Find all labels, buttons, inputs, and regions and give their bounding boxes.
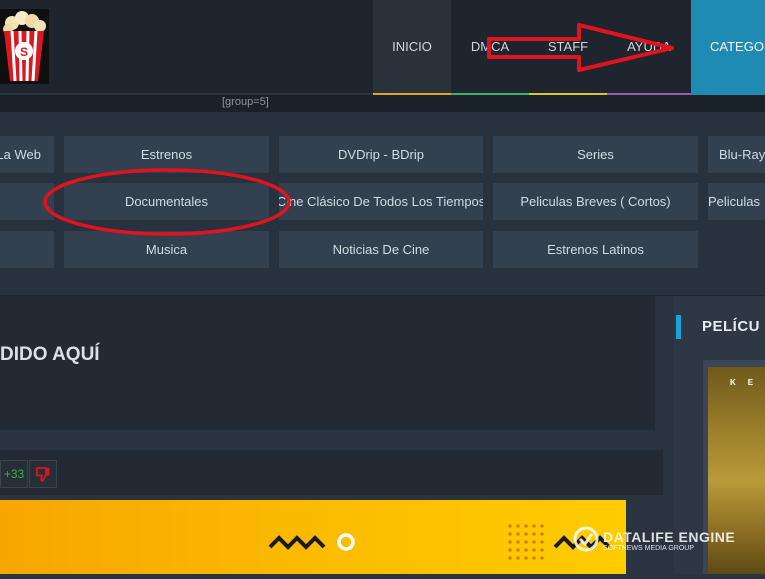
watermark-title: DATALIFE ENGINE xyxy=(603,529,736,545)
watermark-subtitle: SOFTNEWS MEDIA GROUP xyxy=(603,545,695,552)
category-documentales[interactable]: Documentales xyxy=(64,183,269,220)
page-headline: DIDO AQUÍ xyxy=(0,344,100,365)
category-series[interactable]: Series xyxy=(493,136,698,173)
promo-banner[interactable] xyxy=(0,500,626,574)
category-peliculas[interactable]: Peliculas xyxy=(708,183,765,220)
popcorn-icon: S xyxy=(3,11,46,82)
category-musica[interactable]: Musica xyxy=(64,231,269,268)
category-estrenos[interactable]: Estrenos xyxy=(64,136,269,173)
nav-dmca[interactable]: DMCA xyxy=(451,0,529,93)
nav-inicio[interactable]: INICIO xyxy=(373,0,451,93)
category-noticias-de-cine[interactable]: Noticias De Cine xyxy=(279,231,483,268)
nav-categorias[interactable]: CATEGO xyxy=(691,0,765,93)
banner-decoration xyxy=(268,524,611,560)
nav-ayuda[interactable]: AYUDA xyxy=(607,0,691,93)
category-la-web[interactable]: La Web xyxy=(0,136,54,173)
group-label: [group=5] xyxy=(222,96,269,108)
category-blu-ray[interactable]: Blu-Ray xyxy=(708,136,765,173)
dislike-button[interactable] xyxy=(29,460,57,488)
nav-staff[interactable]: STAFF xyxy=(529,0,607,93)
group-bar xyxy=(0,95,765,112)
category-hidden-left[interactable] xyxy=(0,183,54,220)
datalife-logo-icon xyxy=(573,526,599,552)
svg-text:S: S xyxy=(20,45,28,59)
thumbs-down-icon xyxy=(36,467,50,482)
datalife-watermark: DATALIFE ENGINE SOFTNEWS MEDIA GROUP xyxy=(573,526,735,557)
category-peliculas-breves[interactable]: Peliculas Breves ( Cortos) xyxy=(493,183,698,220)
category-estrenos-latinos[interactable]: Estrenos Latinos xyxy=(493,231,698,268)
rating-bar xyxy=(0,450,663,495)
site-logo[interactable]: S xyxy=(0,9,49,84)
category-dvdrip-bdrip[interactable]: DVDrip - BDrip xyxy=(279,136,483,173)
rating-score[interactable]: +33 xyxy=(0,460,28,488)
category-hidden-left-2[interactable] xyxy=(0,231,54,268)
sidebar-accent xyxy=(676,315,681,339)
sidebar-title: PELÍCU xyxy=(702,318,761,335)
category-cine-clasico[interactable]: Cine Clásico De Todos Los Tiempos xyxy=(279,183,483,220)
poster-title: KE xyxy=(730,378,765,387)
